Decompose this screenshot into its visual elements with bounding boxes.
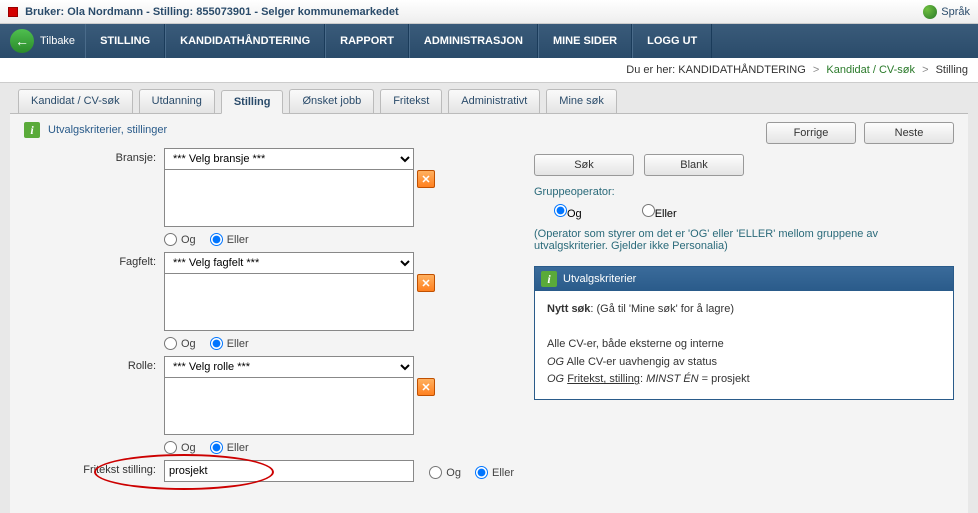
info-icon: i	[541, 271, 557, 287]
page-title: i Utvalgskriterier, stillinger	[24, 122, 167, 138]
fagfelt-eller-radio[interactable]: Eller	[210, 337, 249, 350]
criteria-panel-header: i Utvalgskriterier	[535, 267, 953, 291]
tab-kandidat-cv-sok[interactable]: Kandidat / CV-søk	[18, 89, 133, 113]
nav-mine-sider[interactable]: MINE SIDER	[538, 24, 632, 58]
next-button[interactable]: Neste	[864, 122, 954, 144]
breadcrumb: Du er her: KANDIDATHÅNDTERING > Kandidat…	[0, 58, 978, 83]
stilling-label: Stilling:	[153, 6, 193, 18]
fagfelt-remove-button[interactable]: ✕	[417, 274, 435, 292]
stilling-id: 855073901	[196, 6, 251, 18]
nav-logg-ut[interactable]: LOGG UT	[632, 24, 712, 58]
bransje-eller-radio[interactable]: Eller	[210, 233, 249, 246]
criteria-panel: i Utvalgskriterier Nytt søk: (Gå til 'Mi…	[534, 266, 954, 400]
panel-title: Utvalgskriterier	[563, 273, 636, 285]
rolle-label: Rolle:	[24, 356, 164, 372]
bransje-box[interactable]: ✕	[164, 169, 414, 227]
language-selector[interactable]: Språk	[923, 5, 970, 19]
tab-utdanning[interactable]: Utdanning	[139, 89, 215, 113]
fagfelt-box[interactable]: ✕	[164, 273, 414, 331]
back-button[interactable]: ← Tilbake	[0, 29, 85, 53]
breadcrumb-link[interactable]: Kandidat / CV-søk	[826, 64, 915, 76]
blank-button[interactable]: Blank	[644, 154, 744, 176]
tab-administrativt[interactable]: Administrativt	[448, 89, 540, 113]
tab-fritekst[interactable]: Fritekst	[380, 89, 442, 113]
nav-rapport[interactable]: RAPPORT	[325, 24, 409, 58]
back-arrow-icon: ←	[10, 29, 34, 53]
rolle-select[interactable]: *** Velg rolle ***	[164, 356, 414, 378]
fagfelt-og-radio[interactable]: Og	[164, 337, 196, 350]
search-button[interactable]: Søk	[534, 154, 634, 176]
breadcrumb-current: Stilling	[936, 64, 968, 76]
criteria-panel-body: Nytt søk: (Gå til 'Mine søk' for å lagre…	[535, 291, 953, 399]
user-icon	[8, 7, 18, 17]
nav-kandidathandtering[interactable]: KANDIDATHÅNDTERING	[165, 24, 325, 58]
bransje-og-radio[interactable]: Og	[164, 233, 196, 246]
nav-stilling[interactable]: STILLING	[85, 24, 165, 58]
breadcrumb-sep: >	[813, 64, 819, 76]
breadcrumb-prefix: Du er her:	[626, 64, 675, 76]
stilling-title: Selger kommunemarkedet	[261, 6, 399, 18]
group-operator-label: Gruppeoperator:	[534, 186, 954, 198]
rolle-og-radio[interactable]: Og	[164, 441, 196, 454]
tab-mine-sok[interactable]: Mine søk	[546, 89, 617, 113]
globe-icon	[923, 5, 937, 19]
prev-button[interactable]: Forrige	[766, 122, 856, 144]
rolle-box[interactable]: ✕	[164, 377, 414, 435]
tab-stilling[interactable]: Stilling	[221, 90, 284, 114]
sprak-label: Språk	[941, 6, 970, 18]
bransje-remove-button[interactable]: ✕	[417, 170, 435, 188]
breadcrumb-sep: >	[922, 64, 928, 76]
tab-onsket-jobb[interactable]: Ønsket jobb	[289, 89, 374, 113]
fritekst-label: Fritekst stilling:	[24, 460, 164, 476]
fagfelt-label: Fagfelt:	[24, 252, 164, 268]
fagfelt-select[interactable]: *** Velg fagfelt ***	[164, 252, 414, 274]
fritekst-input[interactable]	[164, 460, 414, 482]
bruker-label: Bruker:	[25, 6, 64, 18]
nav-administrasjon[interactable]: ADMINISTRASJON	[409, 24, 538, 58]
group-eller-radio[interactable]: Eller	[642, 204, 677, 220]
group-operator-hint: (Operator som styrer om det er 'OG' elle…	[534, 228, 954, 252]
rolle-eller-radio[interactable]: Eller	[210, 441, 249, 454]
fritekst-eller-radio[interactable]: Eller	[475, 466, 514, 479]
bransje-select[interactable]: *** Velg bransje ***	[164, 148, 414, 170]
fritekst-og-radio[interactable]: Og	[429, 466, 461, 479]
back-label: Tilbake	[40, 35, 75, 47]
info-icon: i	[24, 122, 40, 138]
breadcrumb-item: KANDIDATHÅNDTERING	[678, 64, 806, 76]
bruker-name: Ola Nordmann	[67, 6, 143, 18]
rolle-remove-button[interactable]: ✕	[417, 378, 435, 396]
bransje-label: Bransje:	[24, 148, 164, 164]
group-og-radio[interactable]: Og	[554, 204, 582, 220]
user-info: Bruker: Ola Nordmann - Stilling: 8550739…	[8, 6, 399, 18]
